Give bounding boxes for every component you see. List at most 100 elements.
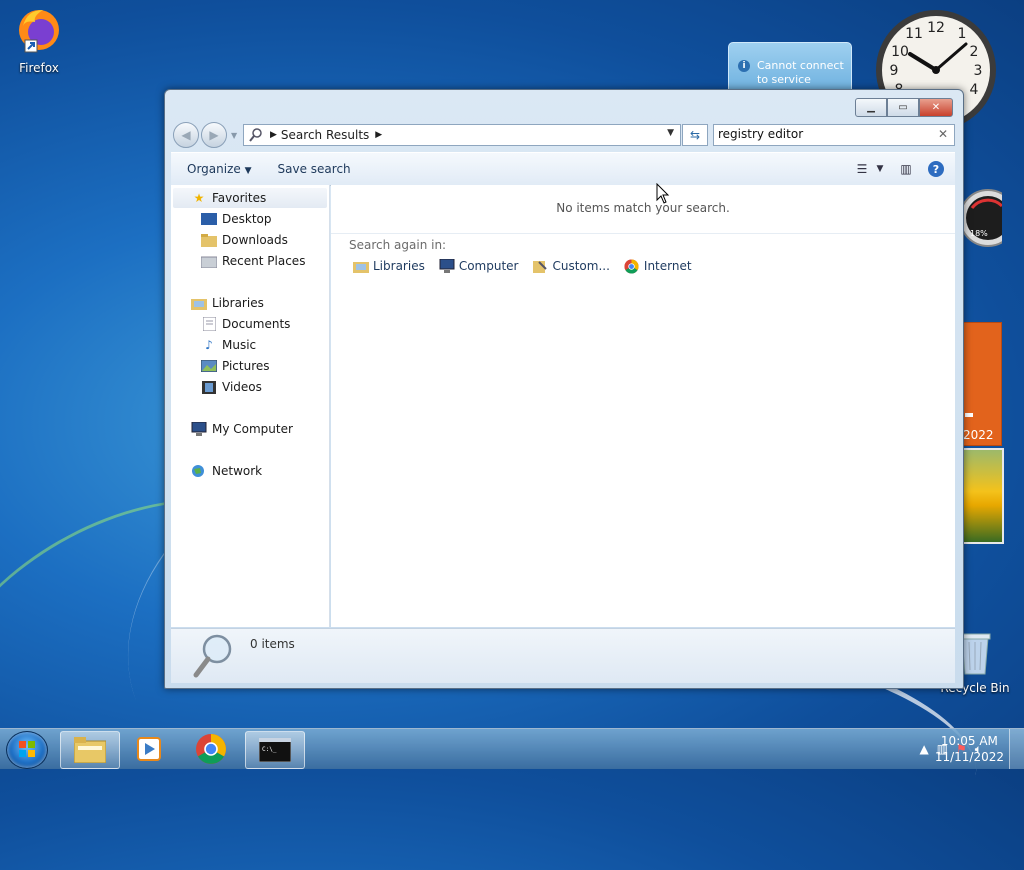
back-arrow-icon: ◀ [181,128,191,142]
nav-label: Downloads [222,233,288,247]
nav-item-my-computer[interactable]: My Computer [191,422,293,436]
computer-icon [191,422,207,436]
search-again-libraries[interactable]: Libraries [353,259,425,273]
explorer-window: ▁ ▭ ✕ ◀ ▶ ▼ ▶ Search Results ▶ ▼ ⇆ ✕ Org… [164,89,964,689]
star-icon: ★ [193,191,205,205]
slideshow-gadget[interactable] [962,448,1004,544]
change-view-button[interactable]: ☰ [851,159,873,179]
breadcrumb-arrow-icon[interactable]: ▶ [375,130,382,140]
nav-item-network[interactable]: Network [191,464,262,478]
forward-button[interactable]: ▶ [201,122,227,148]
svg-text:2: 2 [970,44,979,60]
nav-item-recent-places[interactable]: Recent Places [201,254,305,268]
nav-item-desktop[interactable]: Desktop [201,212,272,226]
back-button[interactable]: ◀ [173,122,199,148]
file-list-area[interactable]: No items match your search. Search again… [331,185,955,627]
show-hidden-icons-icon[interactable]: ▲ [919,742,928,756]
no-results-message: No items match your search. [556,201,730,215]
windows-logo-icon [19,741,35,757]
chevron-down-icon: ▼ [244,166,252,176]
nav-label: Desktop [222,212,272,226]
desktop-icon [201,212,217,226]
maximize-button[interactable]: ▭ [887,98,919,117]
search-input[interactable] [718,125,928,143]
close-button[interactable]: ✕ [919,98,953,117]
nav-item-libraries[interactable]: Libraries [191,296,264,310]
taskbar-explorer[interactable] [60,731,120,769]
svg-text:10: 10 [891,44,909,60]
desktop-icon-label: Firefox [19,61,59,75]
details-view-icon: ☰ [856,162,868,176]
nav-label: Network [212,464,263,478]
close-icon: ✕ [931,102,941,113]
nav-label: My Computer [212,422,293,436]
cpu-meter-value: 18% [970,229,988,238]
gadget-text: to service [757,73,811,86]
notification-gadget[interactable]: i Cannot connect to service [728,42,852,96]
svg-text:11: 11 [905,26,923,42]
address-dropdown-icon[interactable]: ▼ [667,128,674,138]
recent-pages-dropdown[interactable]: ▼ [231,131,237,140]
nav-label: Favorites [212,191,267,205]
address-bar[interactable]: ▶ Search Results ▶ ▼ [243,124,681,146]
taskbar-media-player[interactable] [120,731,178,767]
nav-label: Music [222,338,257,352]
libraries-icon [191,296,207,310]
nav-item-favorites[interactable]: ★ Favorites [191,191,267,205]
location-label: Computer [458,259,519,273]
svg-text:4: 4 [970,82,979,98]
breadcrumb-search-results[interactable]: Search Results [281,128,369,142]
clear-search-icon[interactable]: ✕ [938,127,948,141]
computer-icon [439,259,455,273]
calendar-year: 2022 [963,428,994,442]
custom-folder-icon [532,259,548,273]
media-player-icon [137,737,161,761]
search-again-computer[interactable]: Computer [439,259,519,273]
view-options-dropdown[interactable]: ▼ [873,159,887,179]
refresh-button[interactable]: ⇆ [682,124,708,146]
nav-item-pictures[interactable]: Pictures [201,359,270,373]
search-box[interactable]: ✕ [713,124,955,146]
network-icon [191,464,207,478]
show-desktop-button[interactable] [1009,729,1024,769]
preview-pane-button[interactable]: ▥ [895,159,917,179]
command-prompt-icon: C:\_ [259,738,291,762]
caption-buttons: ▁ ▭ ✕ [855,98,953,117]
nav-item-documents[interactable]: Documents [201,317,290,331]
help-button[interactable]: ? [925,159,947,179]
organize-button[interactable]: Organize ▼ [177,162,262,176]
forward-arrow-icon: ▶ [209,128,219,142]
start-button[interactable] [6,731,48,769]
recent-places-icon [201,254,217,268]
taskbar-command-prompt[interactable]: C:\_ [245,731,305,769]
command-bar: Organize ▼ Save search ☰ ▼ ▥ ? [171,152,955,186]
firefox-icon [19,10,59,53]
svg-text:C:\_: C:\_ [262,746,277,753]
cpu-meter-gadget[interactable]: 18% [958,188,1002,250]
preview-pane-icon: ▥ [900,162,912,176]
taskbar-chrome[interactable] [182,731,240,767]
nav-item-music[interactable]: ♪ Music [201,338,256,352]
search-again-custom[interactable]: Custom... [532,259,610,273]
save-search-button[interactable]: Save search [268,162,361,176]
nav-label: Documents [222,317,291,331]
maximize-icon: ▭ [898,102,908,113]
clock-time: 10:05 AM [940,734,998,748]
system-clock[interactable]: 10:05 AM 11/11/2022 [935,733,1004,765]
nav-item-downloads[interactable]: Downloads [201,233,288,247]
calendar-gadget[interactable]: 2022 [962,322,1002,446]
search-again-internet[interactable]: Internet [624,258,692,274]
minimize-button[interactable]: ▁ [855,98,887,117]
navigation-buttons: ◀ ▶ ▼ [173,122,237,148]
divider [331,233,955,234]
desktop-icon-firefox[interactable]: Firefox [4,6,74,75]
nav-item-videos[interactable]: Videos [201,380,262,394]
chrome-icon [196,734,226,764]
svg-text:3: 3 [974,63,983,79]
documents-icon [201,317,217,331]
svg-text:9: 9 [890,63,899,79]
breadcrumb-arrow-icon[interactable]: ▶ [270,130,277,140]
nav-label: Libraries [212,296,264,310]
folder-icon [74,737,106,763]
view-controls: ☰ ▼ ▥ ? [843,159,947,179]
